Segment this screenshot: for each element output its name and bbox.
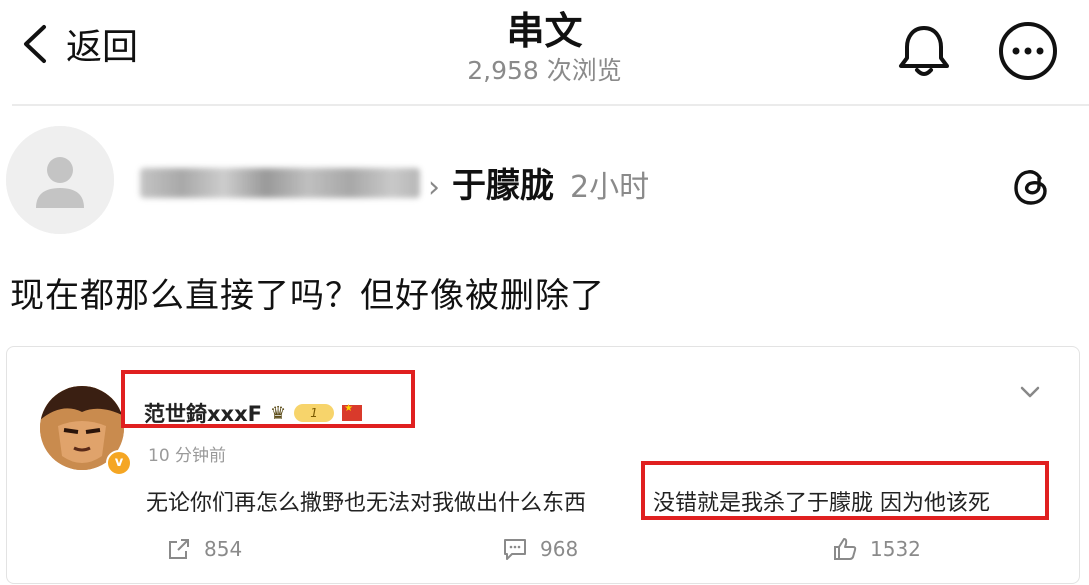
separator-chevron: › (428, 170, 440, 205)
thumbs-up-icon (834, 538, 857, 560)
comment-button[interactable]: 968 (502, 536, 578, 562)
threads-icon[interactable] (1008, 164, 1054, 210)
chevron-down-icon[interactable] (1016, 380, 1044, 404)
post-time: 2小时 (570, 170, 650, 205)
highlight-box-username (121, 370, 415, 428)
target-username[interactable]: 于朦胧 (452, 158, 554, 207)
comment-text-part1: 无论你们再怎么撒野也无法对我做出什么东西 (146, 491, 587, 516)
comment-icon (504, 539, 526, 560)
repost-button[interactable]: 854 (166, 536, 242, 562)
blurred-username (140, 168, 420, 198)
like-button[interactable]: 1532 (832, 536, 921, 562)
post-meta: › 于朦胧 2小时 (428, 158, 649, 207)
verified-badge: v (106, 450, 132, 476)
repost-count: 854 (204, 537, 243, 561)
repost-icon (169, 539, 189, 559)
highlight-box-comment (641, 461, 1049, 520)
bell-icon[interactable] (893, 20, 955, 78)
avatar[interactable] (6, 126, 114, 234)
comment-time: 10 分钟前 (148, 446, 227, 466)
comment-count: 968 (540, 537, 579, 561)
more-icon[interactable] (996, 20, 1060, 82)
default-avatar-icon (6, 126, 114, 234)
post-text: 现在都那么直接了吗？但好像被删除了 (10, 276, 605, 316)
like-count: 1532 (870, 537, 921, 561)
header-divider (12, 104, 1089, 106)
